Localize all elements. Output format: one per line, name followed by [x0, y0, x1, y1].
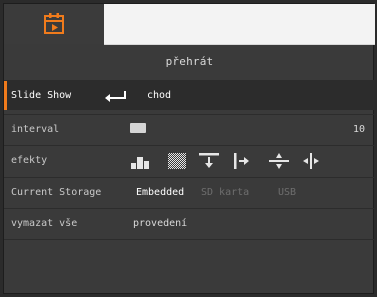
interval-slider-thumb[interactable]	[130, 123, 146, 133]
row-delete-all[interactable]: vymazat vše provedení	[4, 208, 375, 238]
slide-show-value[interactable]: chod	[147, 90, 171, 101]
playback-calendar-icon	[44, 13, 64, 34]
row-current-storage[interactable]: Current Storage Embedded SD karta USB	[4, 177, 375, 207]
split-vertical-effect-icon[interactable]	[268, 152, 290, 170]
delete-all-label: vymazat vše	[11, 218, 78, 229]
storage-option-embedded[interactable]: Embedded	[136, 187, 184, 198]
tab-bar	[4, 4, 375, 45]
menu-window: přehrát Slide Show chod interval 10 efek…	[3, 3, 375, 295]
storage-option-usb[interactable]: USB	[278, 187, 296, 198]
delete-all-execute[interactable]: provedení	[133, 218, 187, 229]
interval-value: 10	[353, 124, 366, 135]
checker-effect-icon[interactable]	[166, 152, 188, 170]
interval-label: interval	[11, 124, 60, 135]
tab-empty	[104, 4, 375, 45]
push-right-effect-icon[interactable]	[232, 152, 254, 170]
enter-icon	[105, 91, 126, 102]
page-title: přehrát	[165, 55, 214, 68]
push-down-effect-icon[interactable]	[198, 152, 220, 170]
split-horizontal-effect-icon[interactable]	[300, 152, 322, 170]
tab-playback[interactable]	[4, 4, 104, 44]
empty-area	[4, 239, 375, 295]
row-slide-show[interactable]: Slide Show chod	[4, 80, 375, 110]
row-effects[interactable]: efekty	[4, 145, 375, 175]
slide-show-label: Slide Show	[11, 90, 72, 101]
effects-label: efekty	[11, 155, 48, 166]
storage-label: Current Storage	[11, 187, 102, 198]
storage-option-sd-card[interactable]: SD karta	[201, 187, 249, 198]
bars-effect-icon[interactable]	[130, 152, 152, 170]
row-interval[interactable]: interval 10	[4, 114, 375, 144]
